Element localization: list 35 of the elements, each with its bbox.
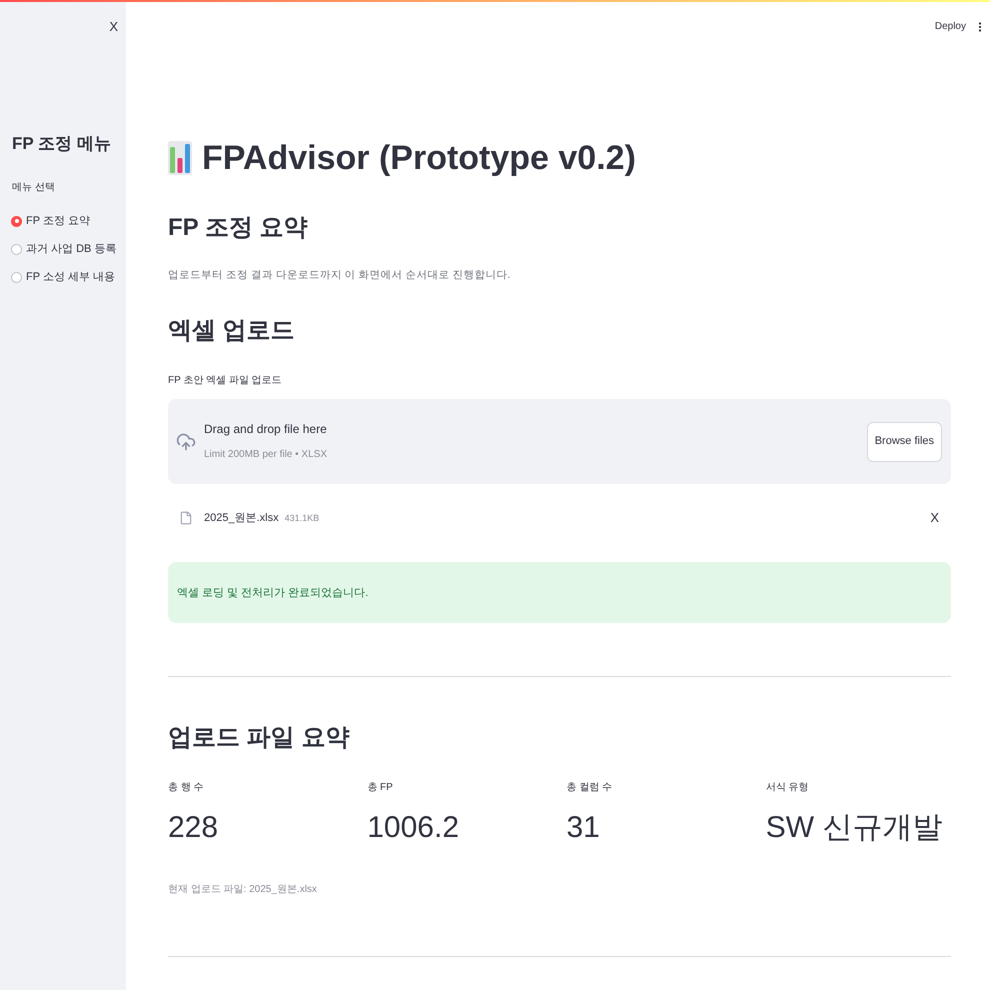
radio-icon: [11, 216, 22, 226]
section-heading: 엑셀 업로드: [168, 316, 295, 346]
radio-option[interactable]: 과거 사업 DB 등록: [11, 235, 116, 263]
metric-value: SW 신규개발: [766, 810, 942, 846]
sidebar-title: FP 조정 메뉴: [11, 133, 112, 155]
cloud-upload-icon: [176, 432, 196, 452]
radio-icon: [11, 244, 22, 254]
metric-value: 1006.2: [367, 810, 460, 846]
description-text: 업로드부터 조정 결과 다운로드까지 이 화면에서 순서대로 진행합니다.: [168, 268, 510, 282]
metric-value: 228: [168, 810, 218, 846]
metric-label: 총 행 수: [168, 781, 204, 795]
dropzone-text: Drag and drop file here: [204, 421, 327, 437]
radio-group-label: 메뉴 선택: [11, 181, 56, 195]
file-size: 431.1KB: [284, 512, 320, 524]
section-heading: FP 조정 요약: [168, 213, 308, 243]
uploader-label: FP 초안 엑셀 파일 업로드: [168, 374, 282, 388]
current-file-caption: 현재 업로드 파일: 2025_원본.xlsx: [168, 883, 317, 897]
radio-option[interactable]: FP 소성 세부 내용: [11, 263, 116, 291]
metric-label: 총 FP: [367, 781, 393, 795]
sidebar-close-button[interactable]: X: [107, 18, 120, 36]
browse-files-button[interactable]: Browse files: [866, 422, 942, 462]
metric-value: 31: [566, 810, 600, 846]
metric-label: 총 컬럼 수: [566, 781, 612, 795]
file-dropzone[interactable]: Drag and drop file here Limit 200MB per file • XLSX Browse files: [168, 399, 951, 484]
alert-text: 엑셀 로딩 및 전처리가 완료되었습니다.: [177, 586, 368, 600]
radio-icon: [11, 272, 22, 282]
remove-file-button[interactable]: X: [928, 510, 941, 526]
bar-chart-icon: [168, 141, 192, 175]
section-heading: 업로드 파일 요약: [168, 723, 350, 753]
file-name: 2025_원본.xlsx: [204, 511, 279, 525]
radio-option[interactable]: FP 조정 요약: [11, 207, 90, 235]
file-limit-text: Limit 200MB per file • XLSX: [204, 448, 327, 462]
deploy-button[interactable]: Deploy: [934, 20, 966, 34]
page-title: FPAdvisor (Prototype v0.2): [202, 138, 636, 179]
metric-label: 서식 유형: [766, 781, 809, 795]
